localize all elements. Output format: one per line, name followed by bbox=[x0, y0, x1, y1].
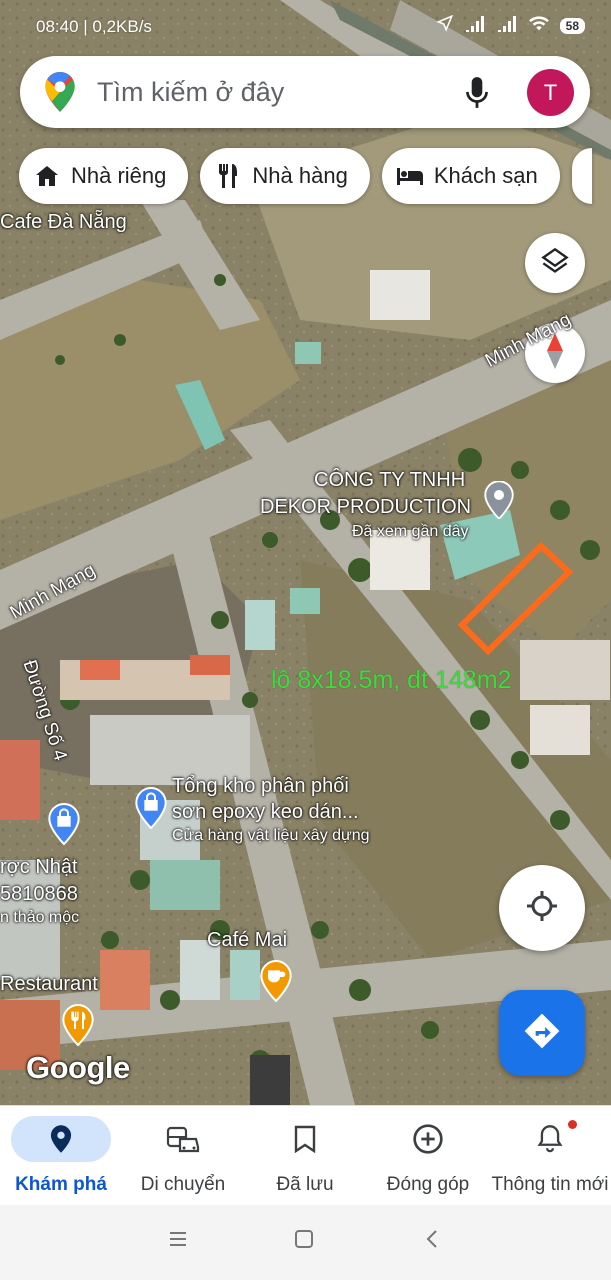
bell-icon bbox=[489, 1116, 611, 1162]
commute-icon bbox=[133, 1116, 233, 1162]
layers-button[interactable] bbox=[525, 233, 585, 293]
battery-indicator: 58 bbox=[559, 17, 585, 34]
chip-hotels-label: Khách sạn bbox=[433, 163, 538, 188]
chip-more[interactable] bbox=[571, 148, 592, 204]
bookmark-icon bbox=[255, 1116, 355, 1162]
nav-updates-label: Thông tin mới bbox=[491, 1174, 609, 1195]
restaurant-marker-icon[interactable] bbox=[62, 1003, 94, 1051]
notification-dot bbox=[568, 1120, 577, 1129]
poi-tong-kho-line2[interactable]: sơn epoxy keo dán... bbox=[172, 802, 359, 823]
explore-pin-icon bbox=[11, 1116, 111, 1162]
back-icon[interactable] bbox=[424, 1229, 440, 1254]
nav-commute[interactable]: Di chuyển bbox=[133, 1106, 233, 1206]
home-icon bbox=[33, 162, 61, 190]
chip-restaurants-label: Nhà hàng bbox=[252, 163, 348, 188]
poi-company-subtitle: Đã xem gần đây bbox=[352, 523, 469, 540]
poi-company-line2[interactable]: DEKOR PRODUCTION bbox=[260, 497, 471, 518]
bottom-navigation: Khám phá Di chuyển Đã lưu Đóng góp Thông… bbox=[0, 1105, 611, 1206]
nav-saved-label: Đã lưu bbox=[276, 1174, 334, 1195]
nav-contribute-label: Đóng góp bbox=[386, 1174, 470, 1195]
nav-saved[interactable]: Đã lưu bbox=[255, 1106, 355, 1206]
chip-home-label: Nhà riêng bbox=[71, 163, 167, 188]
microphone-icon[interactable] bbox=[464, 76, 490, 115]
directions-icon bbox=[523, 1012, 561, 1055]
restaurant-icon bbox=[214, 162, 242, 190]
poi-company-line1[interactable]: CÔNG TY TNHH bbox=[314, 470, 465, 491]
nav-explore-label: Khám phá bbox=[15, 1174, 107, 1195]
search-placeholder: Tìm kiếm ở đây bbox=[97, 77, 285, 107]
poi-restaurant[interactable]: Restaurant bbox=[0, 974, 98, 995]
shopping-bag-marker-icon[interactable] bbox=[135, 786, 167, 834]
category-chips: Nhà riêng Nhà hàng Khách sạn bbox=[19, 148, 592, 204]
location-icon bbox=[435, 14, 454, 37]
signal-icon bbox=[464, 14, 486, 37]
plot-annotation: lô 8x18.5m, dt 148m2 bbox=[271, 666, 512, 694]
place-marker-icon[interactable] bbox=[484, 480, 514, 524]
nav-contribute[interactable]: Đóng góp bbox=[378, 1106, 478, 1206]
nav-updates[interactable]: Thông tin mới bbox=[489, 1106, 611, 1206]
home-square-icon[interactable] bbox=[294, 1229, 314, 1254]
status-bar: 08:40 | 0,2KB/s 58 bbox=[0, 0, 611, 52]
poi-tong-kho-subtitle: Cửa hàng vật liệu xây dựng bbox=[172, 827, 370, 844]
wifi-icon bbox=[528, 14, 550, 37]
cafe-marker-icon[interactable] bbox=[260, 959, 292, 1007]
poi-left-line1[interactable]: rợc Nhật bbox=[0, 857, 78, 878]
system-navigation-bar bbox=[0, 1205, 611, 1280]
shopping-bag-marker-icon-2[interactable] bbox=[48, 802, 80, 850]
avatar[interactable]: T bbox=[527, 69, 574, 116]
search-bar[interactable]: Tìm kiếm ở đây T bbox=[20, 56, 590, 128]
menu-icon[interactable] bbox=[168, 1229, 188, 1254]
status-time: 08:40 | 0,2KB/s bbox=[36, 17, 152, 36]
directions-button[interactable] bbox=[499, 990, 585, 1076]
my-location-button[interactable] bbox=[499, 865, 585, 951]
chip-restaurants[interactable]: Nhà hàng bbox=[200, 148, 370, 204]
poi-left-line2[interactable]: 5810868 bbox=[0, 884, 78, 905]
label-cafe-da-nang[interactable]: Cafe Đà Nẵng bbox=[0, 212, 127, 233]
nav-explore[interactable]: Khám phá bbox=[11, 1106, 111, 1206]
chip-home[interactable]: Nhà riêng bbox=[19, 148, 189, 204]
layers-icon bbox=[541, 247, 569, 280]
signal-icon-2 bbox=[496, 14, 518, 37]
map-view[interactable]: 08:40 | 0,2KB/s 58 Tìm kiếm ở đây T Nhà … bbox=[0, 0, 611, 1105]
hotel-icon bbox=[396, 162, 424, 190]
poi-tong-kho-line1[interactable]: Tổng kho phân phối bbox=[172, 776, 349, 797]
crosshair-icon bbox=[524, 888, 560, 929]
poi-left-line3: n thảo mộc bbox=[0, 909, 80, 926]
google-maps-pin-icon bbox=[44, 72, 76, 117]
chip-hotels[interactable]: Khách sạn bbox=[381, 148, 560, 204]
nav-commute-label: Di chuyển bbox=[140, 1174, 226, 1195]
add-circle-icon bbox=[378, 1116, 478, 1162]
google-logo: Google bbox=[26, 1050, 130, 1085]
poi-cafe-mai[interactable]: Café Mai bbox=[207, 930, 287, 951]
